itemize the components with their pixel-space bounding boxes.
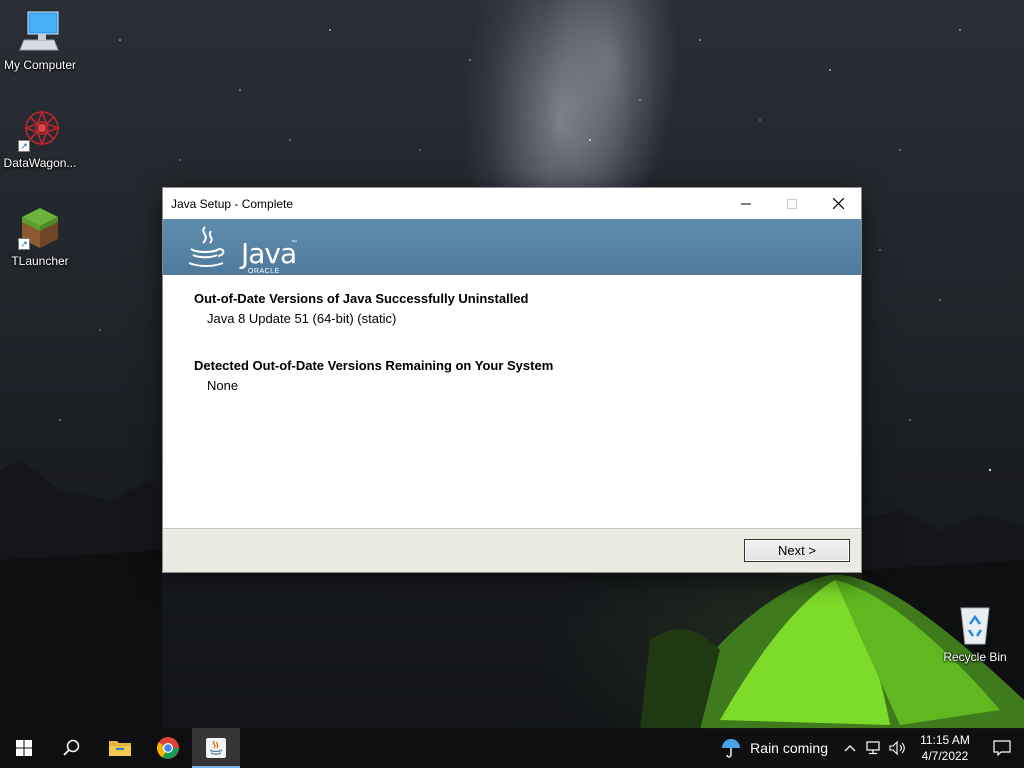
desktop-icon-tlauncher[interactable]: ↗ TLauncher: [0, 206, 80, 268]
desktop-icon-recycle-bin[interactable]: Recycle Bin: [935, 602, 1015, 664]
shortcut-arrow-icon: ↗: [18, 140, 30, 152]
notification-icon: [993, 740, 1011, 756]
chevron-up-icon: [844, 745, 856, 752]
title-bar[interactable]: Java Setup - Complete: [163, 188, 861, 219]
datawagon-icon: ↗: [18, 108, 62, 152]
taskbar: Rain coming 11:15 AM 4/7/2022: [0, 728, 1024, 768]
minimize-icon: [741, 203, 751, 204]
clock-date: 4/7/2022: [921, 749, 969, 763]
java-setup-icon: [206, 738, 226, 758]
uninstalled-item: Java 8 Update 51 (64-bit) (static): [207, 311, 397, 326]
oracle-logo-text: ORACLE: [248, 268, 280, 275]
next-button[interactable]: Next >: [744, 539, 850, 562]
button-bar: Next >: [163, 528, 861, 572]
desktop-icon-label: My Computer: [3, 58, 77, 72]
recycle-bin-icon: [953, 602, 997, 646]
file-explorer-icon: [109, 741, 131, 756]
show-hidden-icons-button[interactable]: [838, 744, 862, 752]
taskbar-file-explorer[interactable]: [96, 728, 144, 768]
desktop-icon-label: Recycle Bin: [943, 650, 1007, 664]
taskbar-chrome[interactable]: [144, 728, 192, 768]
java-cup-icon: [188, 226, 225, 267]
weather-widget[interactable]: Rain coming: [710, 737, 838, 759]
java-banner: Java ™ ORACLE: [163, 219, 861, 275]
java-setup-window: Java Setup - Complete Java ™ ORACLE Out-…: [162, 187, 862, 573]
search-icon: [63, 739, 80, 756]
minecraft-grass-block-icon: ↗: [18, 206, 62, 250]
java-logo-tm: ™: [291, 240, 297, 246]
chrome-icon: [157, 737, 179, 759]
start-icon: [16, 740, 32, 756]
close-button[interactable]: [815, 188, 861, 219]
weather-text: Rain coming: [750, 740, 828, 756]
taskbar-java-setup[interactable]: [192, 728, 240, 768]
desktop-icon-my-computer[interactable]: My Computer: [0, 10, 80, 72]
remaining-heading: Detected Out-of-Date Versions Remaining …: [194, 358, 554, 373]
action-center-button[interactable]: [980, 740, 1024, 756]
clock-time: 11:15 AM: [920, 733, 970, 747]
maximize-button: [769, 188, 815, 219]
setup-content: Out-of-Date Versions of Java Successfull…: [163, 275, 861, 529]
window-title: Java Setup - Complete: [171, 196, 294, 211]
volume-button[interactable]: [886, 741, 910, 755]
computer-icon: [18, 10, 62, 54]
network-button[interactable]: [862, 741, 886, 755]
start-button[interactable]: [0, 728, 48, 768]
remaining-item: None: [207, 378, 239, 393]
network-icon: [866, 741, 880, 755]
system-tray: Rain coming 11:15 AM 4/7/2022: [710, 728, 1024, 768]
close-icon: [832, 198, 844, 209]
clock[interactable]: 11:15 AM 4/7/2022: [910, 732, 980, 764]
desktop-icon-label: DataWagon...: [3, 156, 77, 170]
java-logo-text: Java: [241, 237, 297, 270]
search-button[interactable]: [48, 728, 96, 768]
minimize-button[interactable]: [723, 188, 769, 219]
uninstalled-heading: Out-of-Date Versions of Java Successfull…: [194, 291, 529, 306]
volume-icon: [889, 741, 905, 755]
maximize-icon: [787, 198, 797, 209]
java-logo: Java ™ ORACLE: [183, 223, 297, 275]
desktop-icon-datawagon[interactable]: ↗ DataWagon...: [0, 108, 80, 170]
shortcut-arrow-icon: ↗: [18, 238, 30, 250]
umbrella-icon: [722, 739, 741, 758]
desktop-icon-label: TLauncher: [11, 254, 69, 268]
